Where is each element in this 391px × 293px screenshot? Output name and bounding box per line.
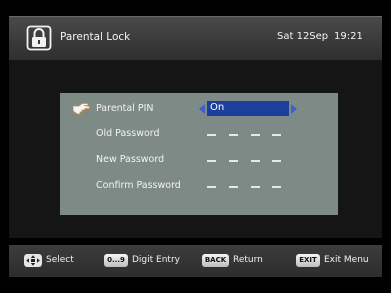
settings-panel: Parental PIN On Old Password New Passwor…: [60, 93, 338, 215]
parental-pin-row[interactable]: Parental PIN On: [60, 99, 338, 119]
digit-entry-hint: 0...9 Digit Entry: [104, 254, 194, 268]
parental-pin-label: Parental PIN: [96, 103, 154, 114]
exit-key-icon: EXIT: [296, 254, 320, 267]
arrow-left-icon[interactable]: [199, 104, 205, 114]
select-hint: Select: [24, 254, 84, 268]
date-display: Sat 12Sep: [277, 31, 329, 42]
digit-placeholder: [251, 186, 260, 188]
digit-placeholder: [207, 186, 216, 188]
exit-menu-label: Exit Menu: [324, 255, 369, 265]
header-bar: Parental Lock Sat 12Sep 19:21: [9, 16, 382, 61]
confirm-password-label: Confirm Password: [96, 180, 181, 191]
digit-placeholder: [272, 186, 281, 188]
digit-placeholder: [251, 160, 260, 162]
arrow-right-icon[interactable]: [291, 104, 297, 114]
digit-placeholder: [251, 134, 260, 136]
digit-placeholder: [229, 160, 238, 162]
parental-pin-value: On: [210, 102, 225, 113]
old-password-row[interactable]: Old Password: [60, 124, 338, 144]
digit-entry-label: Digit Entry: [132, 255, 180, 265]
digit-placeholder: [272, 160, 281, 162]
footer-bar: Select 0...9 Digit Entry BACK Return EXI…: [9, 245, 382, 277]
confirm-password-row[interactable]: Confirm Password: [60, 176, 338, 196]
tv-screen: Parental Lock Sat 12Sep 19:21 Parental P…: [0, 0, 391, 293]
exit-hint: EXIT Exit Menu: [296, 254, 380, 268]
digit-placeholder: [229, 186, 238, 188]
navigation-pad-icon: [24, 254, 42, 267]
digit-placeholder: [272, 134, 281, 136]
return-label: Return: [233, 255, 263, 265]
digit-placeholder: [229, 134, 238, 136]
digit-key-icon: 0...9: [104, 254, 128, 267]
hand-pointer-icon: [73, 103, 90, 115]
new-password-label: New Password: [96, 154, 165, 165]
lock-icon: [26, 25, 52, 51]
parental-pin-selector[interactable]: On: [207, 101, 289, 116]
page-title: Parental Lock: [60, 31, 131, 43]
digit-placeholder: [207, 134, 216, 136]
old-password-label: Old Password: [96, 128, 160, 139]
digit-placeholder: [207, 160, 216, 162]
back-key-icon: BACK: [202, 254, 229, 267]
clock-display: 19:21: [334, 31, 363, 42]
new-password-row[interactable]: New Password: [60, 150, 338, 170]
select-label: Select: [46, 255, 74, 265]
return-hint: BACK Return: [202, 254, 282, 268]
